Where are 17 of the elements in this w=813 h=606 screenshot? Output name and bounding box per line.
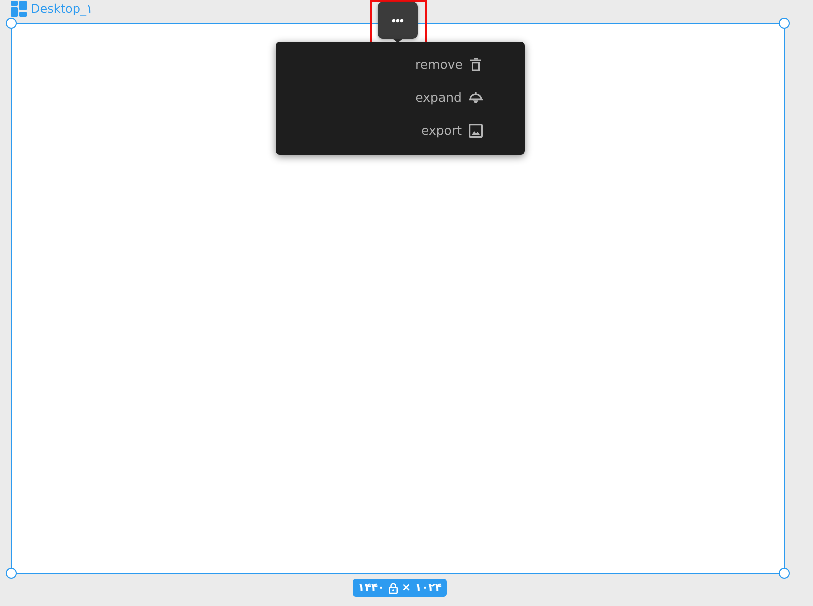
menu-item[interactable]: remove: [416, 48, 483, 81]
menu-item[interactable]: expand: [416, 81, 483, 114]
width-value: ۱۴۴۰: [358, 581, 385, 595]
menu-item[interactable]: export: [422, 114, 483, 147]
times-sign: ×: [402, 581, 412, 595]
resize-handle[interactable]: [779, 18, 790, 29]
dashboard-icon: [11, 1, 27, 17]
image-icon: [469, 124, 483, 138]
more-icon: [392, 18, 404, 22]
height-value: ۱۰۲۴: [415, 581, 442, 595]
resize-handle[interactable]: [6, 568, 17, 579]
trash-icon: [470, 58, 482, 72]
resize-handle[interactable]: [779, 568, 790, 579]
bell-icon: [469, 92, 483, 104]
resize-handle[interactable]: [6, 18, 17, 29]
artboard-frame[interactable]: [11, 23, 785, 574]
more-button[interactable]: [378, 2, 418, 39]
